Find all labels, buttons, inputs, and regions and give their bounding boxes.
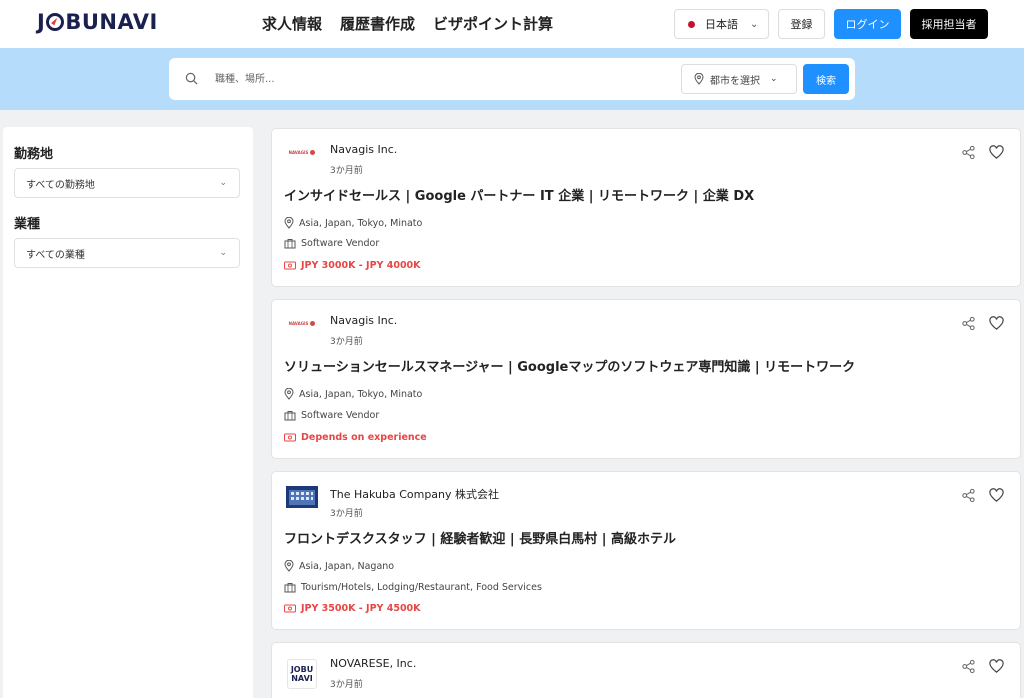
heart-icon[interactable]	[989, 145, 1004, 160]
chevron-down-icon: ⌄	[770, 74, 778, 84]
job-title[interactable]: インサイドセールス | Google パートナー IT 企業 | リモートワーク…	[284, 185, 754, 204]
city-select[interactable]: 都市を選択 ⌄	[681, 64, 797, 94]
job-card[interactable]: NAVAGIS Navagis Inc. 3か月前 ソリューションセールスマネー…	[271, 299, 1021, 459]
job-salary-text: Depends on experience	[301, 432, 427, 443]
recruiter-button[interactable]: 採用担当者	[910, 9, 988, 39]
job-salary: JPY 3000K - JPY 4000K	[284, 260, 421, 271]
company-name[interactable]: The Hakuba Company 株式会社	[330, 486, 499, 502]
city-select-label: 都市を選択	[710, 75, 760, 87]
jobunavi-logo[interactable]: J BUNAVI	[37, 10, 158, 34]
company-name[interactable]: Navagis Inc.	[330, 314, 397, 327]
japan-flag-icon	[688, 20, 695, 28]
job-salary-text: JPY 3000K - JPY 4000K	[301, 260, 421, 271]
register-button[interactable]: 登録	[778, 9, 825, 39]
company-logo-text: NAVI	[291, 674, 313, 683]
job-salary: JPY 3500K - JPY 4500K	[284, 603, 421, 614]
briefcase-icon	[284, 411, 296, 421]
language-selector[interactable]: 日本語 ⌄	[674, 9, 769, 39]
company-logo-text: NAVAGIS	[288, 320, 309, 326]
posted-time: 3か月前	[330, 680, 363, 690]
share-icon[interactable]	[961, 145, 976, 160]
nav-resume[interactable]: 履歴書作成	[340, 13, 415, 34]
location-pin-icon	[284, 217, 294, 229]
share-icon[interactable]	[961, 488, 976, 503]
job-industry-text: Tourism/Hotels, Lodging/Restaurant, Food…	[301, 582, 542, 593]
job-title[interactable]: フロントデスクスタッフ | 経験者歓迎 | 長野県白馬村 | 高級ホテル	[284, 528, 676, 547]
posted-time: 3か月前	[330, 166, 363, 176]
heart-icon[interactable]	[989, 488, 1004, 503]
money-icon	[284, 433, 296, 442]
share-icon[interactable]	[961, 659, 976, 674]
language-label: 日本語	[705, 18, 738, 31]
login-button[interactable]: ログイン	[834, 9, 901, 39]
location-pin-icon	[694, 73, 704, 85]
job-location-text: Asia, Japan, Nagano	[299, 560, 395, 572]
posted-time: 3か月前	[330, 509, 363, 519]
search-icon	[185, 72, 198, 85]
job-salary: Depends on experience	[284, 432, 427, 443]
company-name[interactable]: Navagis Inc.	[330, 143, 397, 156]
share-icon[interactable]	[961, 316, 976, 331]
hotel-building-icon	[286, 486, 318, 508]
company-logo: JOBU NAVI	[287, 659, 317, 689]
nav-visa-points[interactable]: ビザポイント計算	[433, 13, 553, 34]
heart-icon[interactable]	[989, 316, 1004, 331]
posted-time: 3か月前	[330, 337, 363, 347]
nav-jobs[interactable]: 求人情報	[262, 13, 322, 34]
company-logo: NAVAGIS	[285, 312, 319, 334]
location-filter-value: すべての勤務地	[26, 179, 95, 191]
heart-icon[interactable]	[989, 659, 1004, 674]
job-card[interactable]: The Hakuba Company 株式会社 3か月前 フロントデスクスタッフ…	[271, 471, 1021, 630]
industry-filter-label: 業種	[14, 217, 41, 232]
job-industry: Software Vendor	[284, 410, 379, 421]
company-logo-text: JOBU	[290, 665, 314, 674]
search-input[interactable]	[215, 66, 635, 92]
filter-sidebar: 勤務地 すべての勤務地 ⌄ 業種 すべての業種 ⌄	[3, 127, 253, 698]
job-card[interactable]: JOBU NAVI NOVARESE, Inc. 3か月前	[271, 642, 1021, 698]
location-pin-icon	[284, 560, 294, 572]
company-logo	[286, 486, 318, 508]
job-industry: Software Vendor	[284, 238, 379, 249]
job-location: Asia, Japan, Tokyo, Minato	[284, 217, 422, 229]
briefcase-icon	[284, 239, 296, 249]
main-nav: 求人情報 履歴書作成 ビザポイント計算	[262, 13, 553, 34]
job-location: Asia, Japan, Nagano	[284, 560, 394, 572]
location-filter-select[interactable]: すべての勤務地 ⌄	[14, 168, 240, 198]
company-logo: NAVAGIS	[285, 141, 319, 163]
company-logo-text: NAVAGIS	[288, 149, 309, 155]
job-salary-text: JPY 3500K - JPY 4500K	[301, 603, 421, 614]
industry-filter-value: すべての業種	[26, 249, 85, 261]
money-icon	[284, 261, 296, 270]
search-button[interactable]: 検索	[803, 64, 849, 94]
job-location: Asia, Japan, Tokyo, Minato	[284, 388, 422, 400]
top-header: J BUNAVI 求人情報 履歴書作成 ビザポイント計算 日本語 ⌄ 登録 ログイ…	[0, 0, 1024, 48]
job-location-text: Asia, Japan, Tokyo, Minato	[299, 388, 423, 400]
chevron-down-icon: ⌄	[219, 248, 227, 258]
job-industry: Tourism/Hotels, Lodging/Restaurant, Food…	[284, 582, 542, 593]
briefcase-icon	[284, 583, 296, 593]
search-bar: 都市を選択 ⌄ 検索	[169, 58, 855, 100]
compass-icon	[46, 13, 65, 31]
job-industry-text: Software Vendor	[301, 238, 380, 249]
job-location-text: Asia, Japan, Tokyo, Minato	[299, 217, 423, 229]
location-pin-icon	[284, 388, 294, 400]
logo-text: BUNAVI	[65, 10, 158, 34]
chevron-down-icon: ⌄	[219, 178, 227, 188]
company-name[interactable]: NOVARESE, Inc.	[330, 657, 416, 670]
money-icon	[284, 604, 296, 613]
chevron-down-icon: ⌄	[750, 18, 759, 30]
location-filter-label: 勤務地	[14, 147, 54, 162]
job-card[interactable]: NAVAGIS Navagis Inc. 3か月前 インサイドセールス | Go…	[271, 128, 1021, 287]
industry-filter-select[interactable]: すべての業種 ⌄	[14, 238, 240, 268]
job-title[interactable]: ソリューションセールスマネージャー | Googleマップのソフトウェア専門知識…	[284, 356, 855, 375]
job-industry-text: Software Vendor	[301, 410, 380, 421]
logo-letter: J	[37, 10, 46, 34]
